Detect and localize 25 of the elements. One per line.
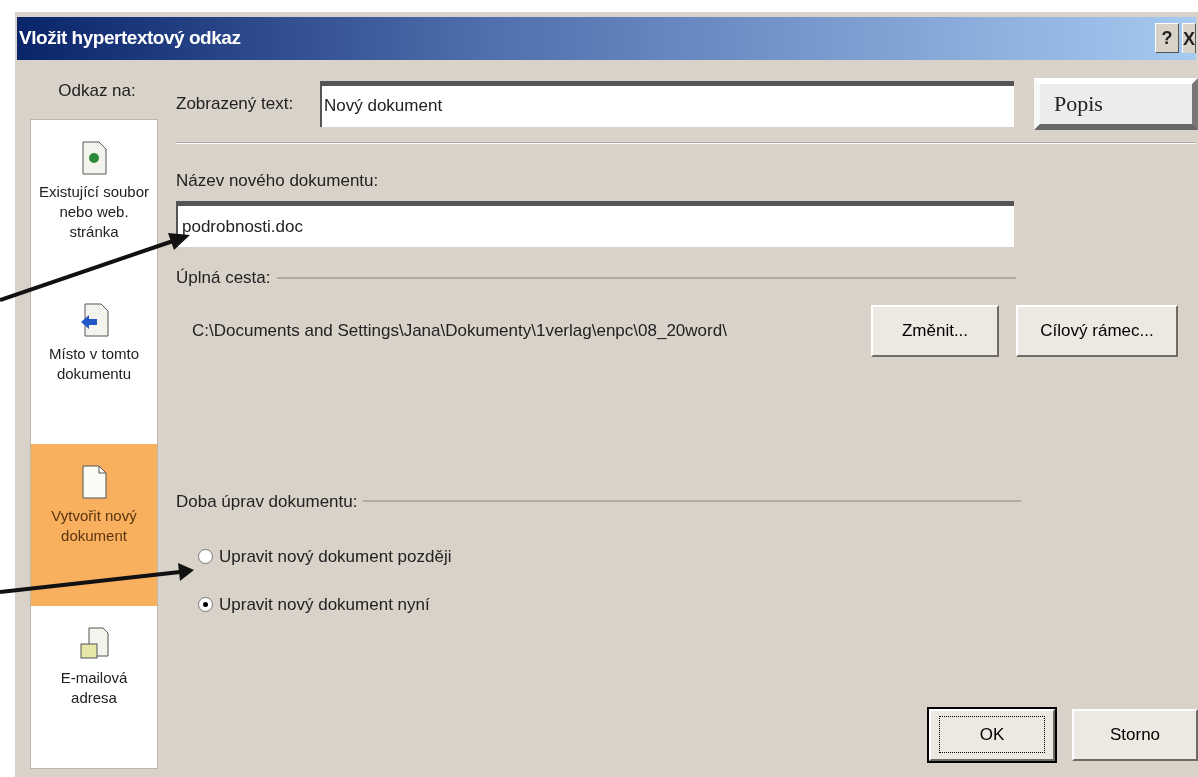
document-name-field[interactable]: podrobnosti.doc — [176, 201, 1014, 247]
change-button[interactable]: Změnit... — [871, 304, 999, 357]
radio-button[interactable] — [198, 596, 213, 612]
help-button[interactable]: ? — [1155, 23, 1179, 54]
window-title: Vložit hypertextový odkaz — [19, 26, 241, 50]
field-label: Název nového dokumentu: — [176, 169, 380, 192]
radio-label: Upravit nový dokument později — [219, 546, 452, 568]
document-envelope-icon — [79, 626, 109, 662]
cancel-button[interactable]: Storno — [1072, 709, 1198, 761]
close-button[interactable]: X — [1182, 23, 1196, 54]
section-label: Úplná cesta: — [176, 267, 271, 289]
description-button[interactable]: Popis — [1034, 77, 1198, 130]
radio-button[interactable] — [198, 549, 213, 565]
new-document-icon — [79, 464, 109, 500]
document-icon — [79, 140, 109, 176]
radio-label: Upravit nový dokument nyní — [219, 593, 430, 616]
path-text: C:\Documents and Settings\Jana\Dokumenty\1verlag\enpc\08_20word\ — [191, 319, 728, 342]
field-label: Zobrazený text: — [176, 92, 295, 115]
ok-button[interactable]: OK — [929, 709, 1055, 761]
target-frame-button[interactable]: Cílový rámec... — [1016, 304, 1178, 357]
sidebar-item[interactable]: Vytvořit nový dokument — [31, 444, 157, 606]
section-label: Doba úprav dokumentu: — [176, 490, 358, 513]
document-arrow-icon — [79, 302, 109, 338]
sidebar-label: Odkaz na: — [57, 79, 137, 102]
display-text-field[interactable]: Nový dokument — [320, 80, 1014, 127]
